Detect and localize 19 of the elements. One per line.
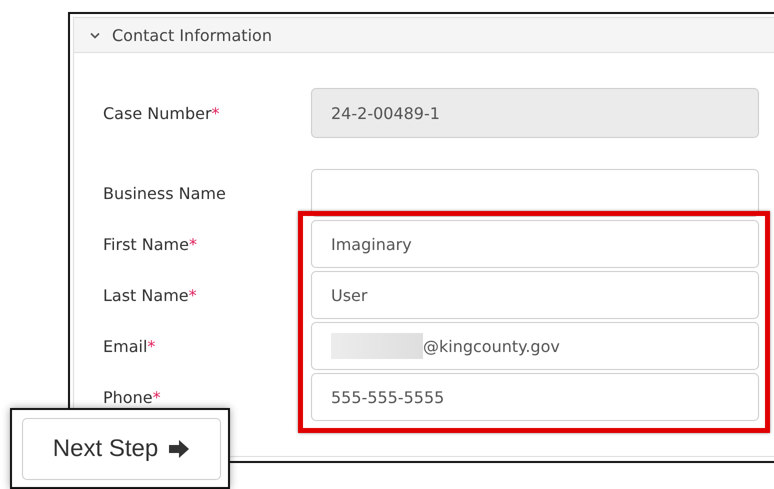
section-header[interactable]: Contact Information bbox=[74, 18, 774, 53]
field-value: @kingcounty.gov bbox=[423, 336, 560, 356]
field-value: User bbox=[331, 286, 368, 304]
field-label: Business Name bbox=[103, 184, 227, 202]
field-value: Imaginary bbox=[331, 234, 412, 254]
field-label: First Name* bbox=[103, 234, 198, 254]
input-field[interactable]: @kingcounty.gov bbox=[311, 322, 759, 370]
field-label: Phone* bbox=[103, 388, 162, 406]
field-label: Email* bbox=[103, 336, 156, 356]
field-value: 24-2-00489-1 bbox=[331, 104, 440, 122]
input-field[interactable]: Imaginary bbox=[311, 220, 759, 268]
field-label: Case Number* bbox=[103, 104, 221, 122]
arrow-right-icon bbox=[168, 439, 190, 459]
input-field[interactable]: User bbox=[311, 271, 759, 319]
field-label: Last Name* bbox=[103, 286, 198, 304]
field-value: 555-555-5555 bbox=[331, 388, 444, 406]
next-step-button[interactable]: Next Step bbox=[22, 418, 221, 480]
chevron-icon bbox=[90, 32, 100, 38]
input-field[interactable]: 555-555-5555 bbox=[311, 373, 759, 421]
